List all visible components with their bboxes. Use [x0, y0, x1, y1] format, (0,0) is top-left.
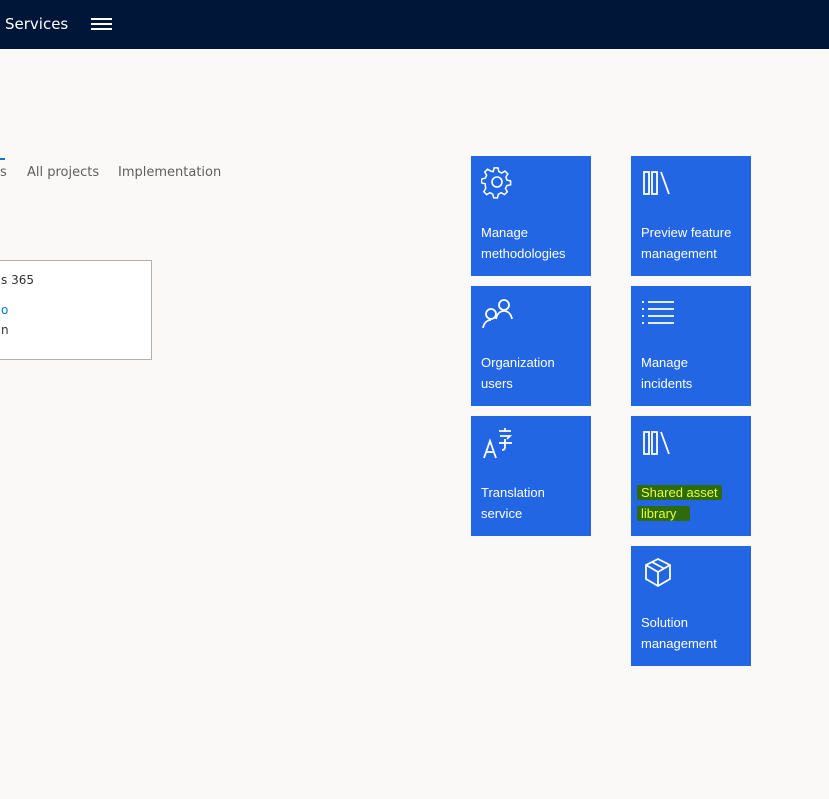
tile-label-line2: management — [641, 636, 717, 651]
tile-label: Organization users — [481, 352, 586, 394]
top-nav-bar: Services — [0, 0, 829, 49]
card-subtitle: n — [1, 323, 9, 337]
tile-label: Translation service — [481, 482, 586, 524]
library-icon — [641, 166, 675, 200]
tile-label: Shared asset library — [637, 482, 746, 524]
tile-label-line2: management — [641, 246, 717, 261]
translate-icon — [481, 426, 515, 460]
gear-icon — [480, 166, 515, 200]
package-icon — [641, 556, 675, 590]
tile-manage-methodologies[interactable]: Manage methodologies — [471, 156, 591, 276]
card-title: s 365 — [1, 273, 34, 287]
tile-label-line2: service — [481, 506, 523, 521]
tile-label: Preview feature management — [641, 222, 746, 264]
tile-label-line1: Manage — [641, 355, 688, 370]
tile-manage-incidents[interactable]: Manage incidents — [631, 286, 751, 406]
tile-translation-service[interactable]: Translation service — [471, 416, 591, 536]
tile-label-line1: Solution — [641, 615, 688, 630]
tile-label-line1: Translation — [481, 485, 545, 500]
tile-label-line1: Manage — [481, 225, 528, 240]
tab-all-projects[interactable]: All projects — [27, 163, 99, 183]
tile-label-line1: Preview feature — [641, 225, 732, 240]
tile-label: Manage methodologies — [481, 222, 586, 264]
tab-implementation[interactable]: Implementation — [118, 163, 221, 183]
tile-label-line2: users — [481, 376, 513, 391]
tile-label-line2: incidents — [641, 376, 693, 391]
list-icon — [641, 296, 675, 330]
tile-organization-users[interactable]: Organization users — [471, 286, 591, 406]
highlighted-text: Shared asset — [637, 485, 722, 500]
app-title[interactable]: Services — [5, 14, 68, 34]
project-card[interactable]: s 365 o n — [0, 260, 152, 360]
tile-solution-management[interactable]: Solution management — [631, 546, 751, 666]
tab-partial[interactable]: s — [0, 163, 7, 183]
tile-shared-asset-library[interactable]: Shared asset library — [631, 416, 751, 536]
tile-label-line2: methodologies — [481, 246, 566, 261]
hamburger-menu-icon[interactable] — [91, 17, 112, 31]
tile-label: Solution management — [641, 612, 746, 654]
active-tab-indicator — [0, 158, 5, 160]
card-link[interactable]: o — [1, 302, 8, 318]
tile-label: Manage incidents — [641, 352, 746, 394]
tile-preview-feature-management[interactable]: Preview feature management — [631, 156, 751, 276]
tile-label-line1: Organization — [481, 355, 555, 370]
users-icon — [481, 296, 515, 330]
library-icon — [641, 426, 675, 460]
highlighted-text: library — [637, 506, 691, 521]
